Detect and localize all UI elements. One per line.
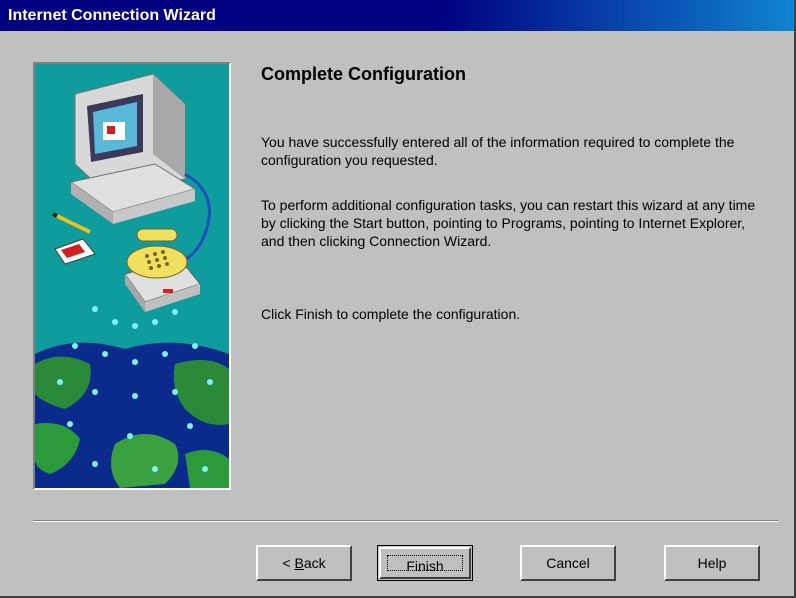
back-accelerator: B [294,555,304,571]
finish-button-bevel: Finish [379,547,471,579]
cancel-button[interactable]: Cancel [520,545,616,581]
computer-phone-globe-illustration-icon [35,64,229,488]
page-heading: Complete Configuration [261,64,466,84]
back-button[interactable]: < Back [256,545,352,581]
back-label-rest: ack [303,555,326,571]
finish-instructions: Click Finish to complete the configurati… [261,306,521,322]
button-separator [33,520,778,522]
wizard-illustration [33,62,231,490]
title-bar[interactable]: Internet Connection Wizard [0,0,794,31]
finish-label: Finish [387,555,463,574]
help-button[interactable]: Help [664,545,760,581]
finish-button[interactable]: Finish [377,545,473,581]
wizard-window: Internet Connection Wizard Complete Conf… [0,0,796,598]
back-prefix: < [282,555,295,571]
window-title: Internet Connection Wizard [8,7,216,24]
restart-instructions: To perform additional configuration task… [261,197,756,249]
success-message: You have successfully entered all of the… [261,134,735,168]
